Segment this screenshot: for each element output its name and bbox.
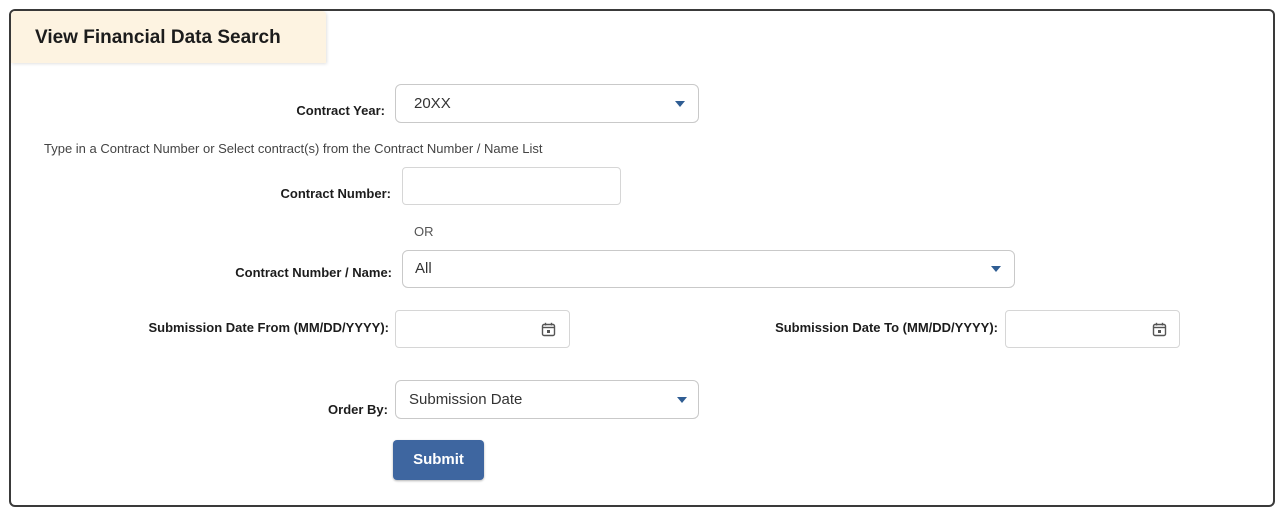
contract-number-name-label: Contract Number / Name:	[235, 265, 392, 280]
chevron-down-icon	[675, 101, 685, 107]
date-to-label: Submission Date To (MM/DD/YYYY):	[775, 320, 998, 335]
submit-button[interactable]: Submit	[393, 440, 484, 480]
or-separator: OR	[414, 224, 434, 239]
contract-number-label: Contract Number:	[280, 186, 391, 201]
chevron-down-icon	[677, 397, 687, 403]
calendar-icon[interactable]	[541, 322, 556, 337]
page-title-tab: View Financial Data Search	[11, 11, 326, 63]
hint-text: Type in a Contract Number or Select cont…	[44, 141, 543, 156]
chevron-down-icon	[991, 266, 1001, 272]
contract-number-input[interactable]	[402, 167, 621, 205]
date-from-label: Submission Date From (MM/DD/YYYY):	[148, 320, 389, 335]
order-by-value: Submission Date	[409, 391, 523, 408]
contract-year-select[interactable]: 20XX	[395, 84, 699, 123]
contract-number-name-value: All	[415, 260, 432, 277]
date-from-input[interactable]	[395, 310, 570, 348]
contract-year-value: 20XX	[414, 95, 451, 112]
calendar-icon[interactable]	[1152, 322, 1167, 337]
order-by-select[interactable]: Submission Date	[395, 380, 699, 419]
order-by-label: Order By:	[328, 402, 388, 417]
page-title: View Financial Data Search	[35, 27, 281, 48]
contract-year-label: Contract Year:	[296, 103, 385, 118]
contract-number-name-select[interactable]: All	[402, 250, 1015, 288]
date-to-input[interactable]	[1005, 310, 1180, 348]
